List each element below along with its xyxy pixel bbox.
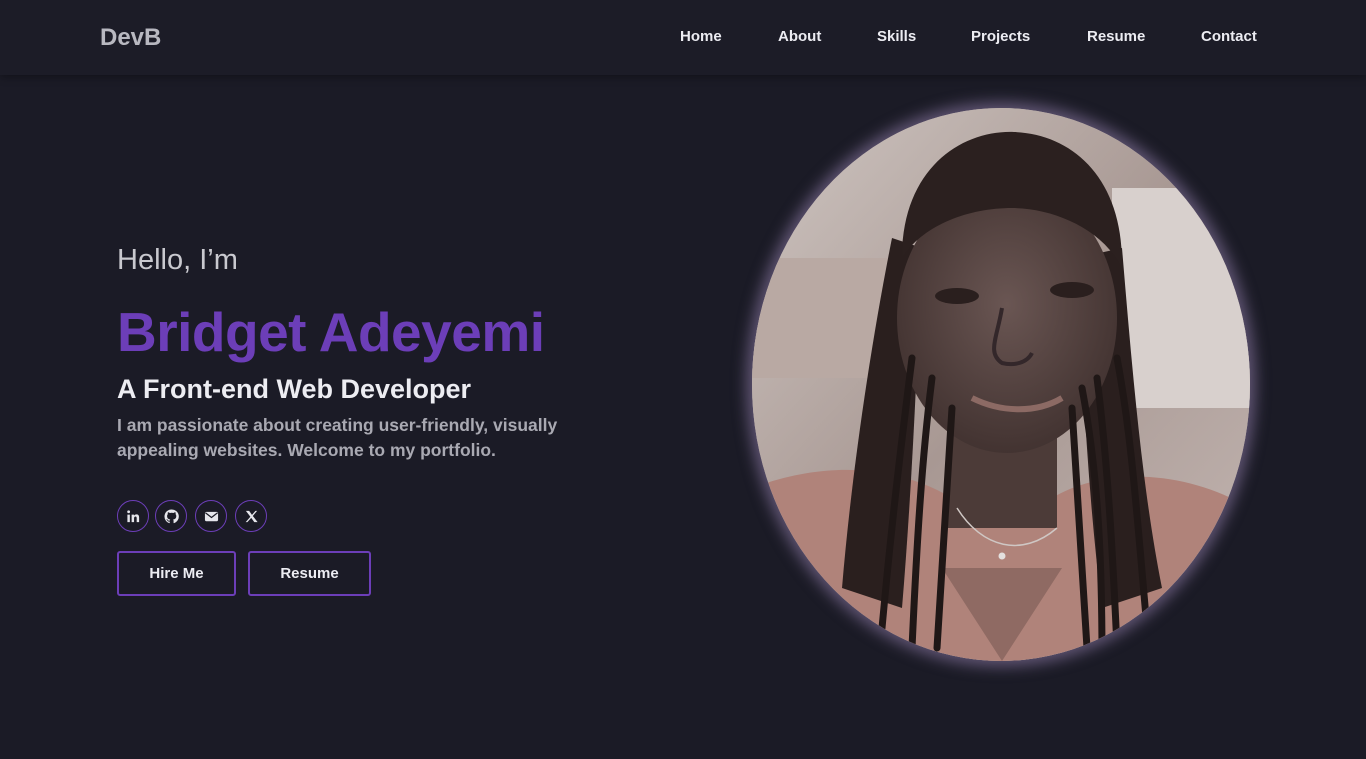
x-twitter-icon xyxy=(244,509,259,524)
github-link[interactable] xyxy=(155,500,187,532)
nav-projects[interactable]: Projects xyxy=(971,28,1030,45)
navbar: DevB Home About Skills Projects Resume C… xyxy=(0,0,1366,75)
envelope-icon xyxy=(204,509,219,524)
profile-photo xyxy=(752,108,1250,661)
nav-contact[interactable]: Contact xyxy=(1201,28,1257,45)
email-link[interactable] xyxy=(195,500,227,532)
linkedin-link[interactable] xyxy=(117,500,149,532)
hero-greeting: Hello, I’m xyxy=(117,244,238,276)
hero-name: Bridget Adeyemi xyxy=(117,301,545,363)
profile-portrait-image xyxy=(752,108,1250,661)
hero-bio: I am passionate about creating user-frie… xyxy=(117,415,558,460)
nav-skills[interactable]: Skills xyxy=(877,28,916,45)
linkedin-icon xyxy=(126,509,141,524)
hero-role: A Front-end Web Developer xyxy=(117,374,472,404)
nav-resume[interactable]: Resume xyxy=(1087,28,1145,45)
github-icon xyxy=(163,508,179,524)
x-twitter-link[interactable] xyxy=(235,500,267,532)
resume-button[interactable]: Resume xyxy=(248,551,371,596)
nav-menu: Home About Skills Projects Resume Contac… xyxy=(0,28,1366,52)
nav-about[interactable]: About xyxy=(778,28,821,45)
nav-home[interactable]: Home xyxy=(680,28,722,45)
hire-me-button[interactable]: Hire Me xyxy=(117,551,236,596)
